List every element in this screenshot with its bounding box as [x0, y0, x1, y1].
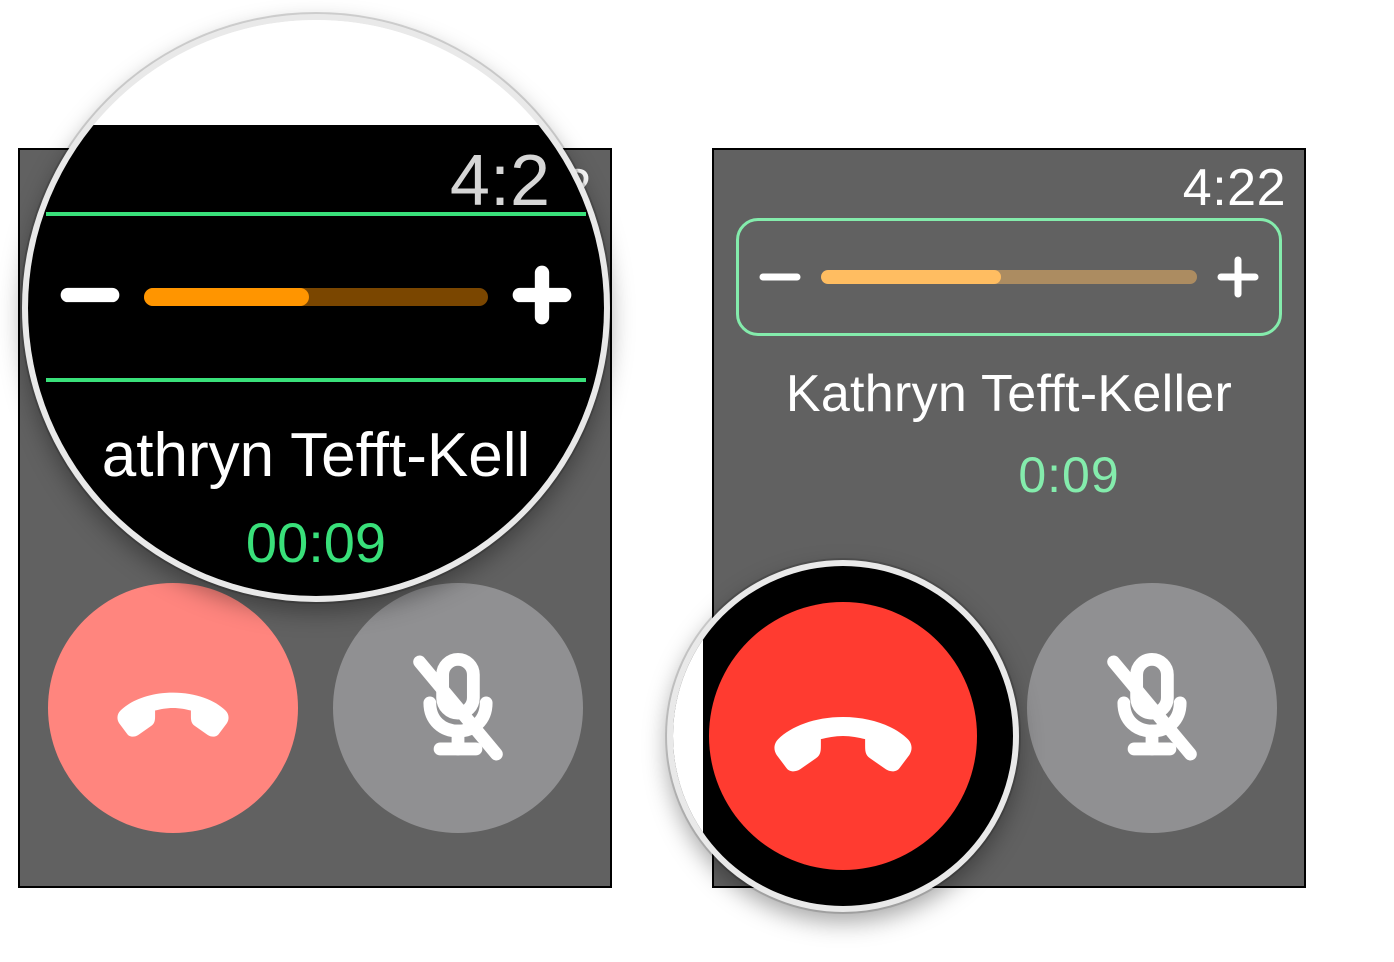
- volume-bar[interactable]: [821, 270, 1197, 284]
- caller-name: Kathryn Tefft-Keller: [714, 364, 1304, 424]
- volume-control-zoom[interactable]: [46, 212, 586, 382]
- mute-button[interactable]: [333, 583, 583, 833]
- phone-hangup-icon: [764, 657, 922, 815]
- end-call-button[interactable]: [48, 583, 298, 833]
- mic-muted-icon: [394, 644, 522, 772]
- zoom-white-edge: [673, 566, 703, 906]
- tutorial-composite: 4:22 Kathryn Tefft-Keller 00:09: [0, 0, 1394, 962]
- call-duration: 0:09: [714, 446, 1304, 504]
- volume-fill: [821, 270, 1001, 284]
- plus-icon[interactable]: [512, 265, 572, 330]
- minus-icon[interactable]: [757, 254, 803, 300]
- magnifier-content: 4:2 athryn Tefft-Kell 00:09: [28, 20, 604, 596]
- end-call-button-zoom[interactable]: [709, 602, 977, 870]
- magnifier-end-call: [667, 560, 1019, 912]
- phone-hangup-icon: [109, 644, 237, 772]
- volume-control[interactable]: [736, 218, 1282, 336]
- plus-icon[interactable]: [1215, 254, 1261, 300]
- volume-bar[interactable]: [144, 288, 488, 306]
- magnifier-volume: 4:2 athryn Tefft-Kell 00:09: [22, 14, 610, 602]
- status-time-zoom: 4:2: [450, 140, 550, 222]
- mic-muted-icon: [1088, 644, 1216, 772]
- call-duration-zoom: 00:09: [28, 510, 604, 575]
- volume-fill: [144, 288, 309, 306]
- status-time: 4:22: [1183, 158, 1286, 218]
- minus-icon[interactable]: [60, 265, 120, 330]
- magnifier-content: [673, 566, 1013, 906]
- mute-button[interactable]: [1027, 583, 1277, 833]
- caller-name-zoom: athryn Tefft-Kell: [42, 420, 590, 491]
